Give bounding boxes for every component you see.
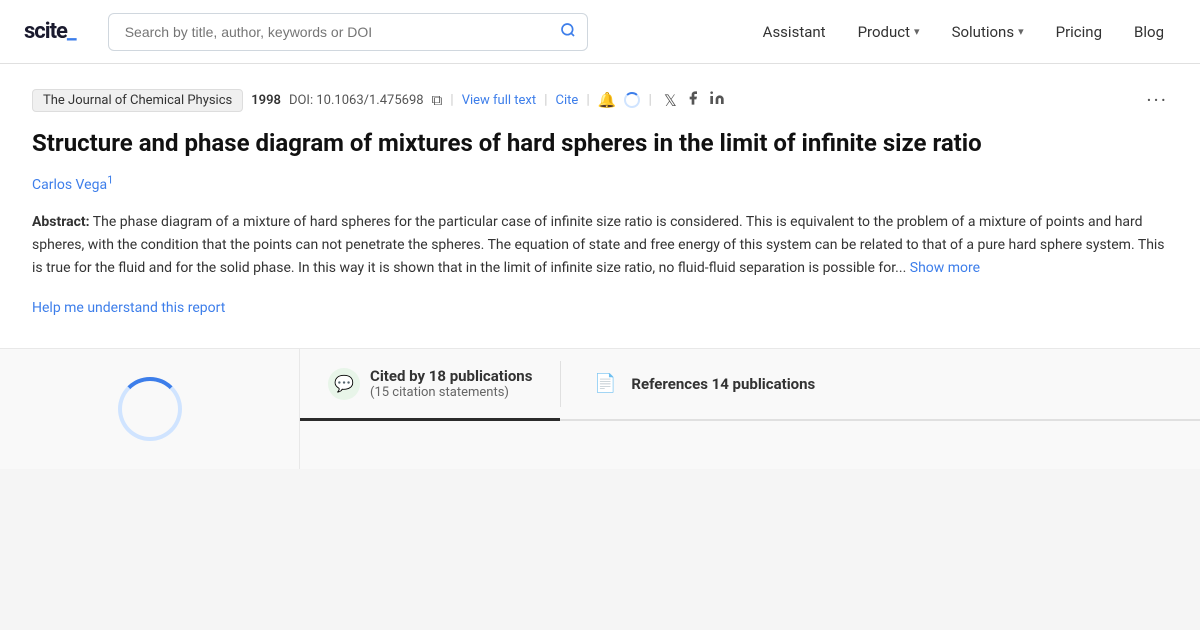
abstract-text: The phase diagram of a mixture of hard s… (32, 214, 1165, 276)
article-abstract: Abstract: The phase diagram of a mixture… (32, 211, 1168, 280)
notification-bell-icon[interactable]: 🔔 (598, 91, 617, 109)
nav-item-pricing[interactable]: Pricing (1044, 15, 1114, 49)
tabs-row: 💬 Cited by 18 publications (15 citation … (300, 349, 1200, 421)
references-label: References 14 publications (631, 375, 815, 393)
linkedin-icon[interactable] (709, 90, 725, 110)
cite-link[interactable]: Cite (556, 93, 579, 108)
twitter-icon[interactable]: 𝕏 (664, 91, 677, 110)
show-more-link[interactable]: Show more (910, 260, 980, 276)
cited-by-sub: (15 citation statements) (370, 385, 532, 400)
site-logo[interactable]: scite_ (24, 19, 76, 44)
article-year: 1998 (251, 93, 281, 108)
article-authors: Carlos Vega1 (32, 173, 1168, 193)
copy-icon[interactable]: ⧉ (432, 91, 443, 109)
tabs-area: 💬 Cited by 18 publications (15 citation … (300, 349, 1200, 469)
article-doi-value: 10.1063/1.475698 (316, 93, 423, 108)
solutions-chevron-icon: ▾ (1018, 25, 1024, 38)
nav-item-product[interactable]: Product ▾ (846, 15, 932, 49)
nav-item-blog[interactable]: Blog (1122, 15, 1176, 49)
nav-item-assistant[interactable]: Assistant (751, 15, 838, 49)
search-icon[interactable] (560, 22, 576, 42)
article-title: Structure and phase diagram of mixtures … (32, 128, 1168, 159)
article-doi-label: DOI: 10.1063/1.475698 (289, 93, 424, 108)
tab-cited-by[interactable]: 💬 Cited by 18 publications (15 citation … (300, 349, 560, 421)
journal-tag: The Journal of Chemical Physics (32, 89, 243, 112)
left-loading-panel (0, 349, 300, 469)
help-understand-link[interactable]: Help me understand this report (32, 300, 225, 316)
facebook-icon[interactable] (685, 90, 701, 110)
nav-item-solutions[interactable]: Solutions ▾ (940, 15, 1036, 49)
article-meta-bar: The Journal of Chemical Physics 1998 DOI… (32, 88, 1168, 112)
view-full-text-link[interactable]: View full text (462, 93, 536, 108)
big-loading-spinner (118, 377, 182, 441)
cited-by-label: Cited by 18 publications (370, 367, 532, 385)
tab-references[interactable]: 📄 References 14 publications (561, 349, 843, 421)
search-box (108, 13, 588, 51)
cited-by-icon: 💬 (328, 368, 360, 400)
social-share-icons: 𝕏 (664, 90, 725, 110)
bottom-section: 💬 Cited by 18 publications (15 citation … (0, 349, 1200, 469)
main-nav: Assistant Product ▾ Solutions ▾ Pricing … (751, 15, 1176, 49)
references-icon: 📄 (589, 368, 621, 400)
loading-spinner (624, 92, 640, 108)
search-input[interactable] (108, 13, 588, 51)
article-section: The Journal of Chemical Physics 1998 DOI… (0, 64, 1200, 349)
more-options-button[interactable]: ··· (1146, 88, 1168, 112)
site-header: scite_ Assistant Product ▾ Solutions ▾ P… (0, 0, 1200, 64)
abstract-label: Abstract: (32, 214, 90, 230)
author-link[interactable]: Carlos Vega1 (32, 177, 113, 193)
product-chevron-icon: ▾ (914, 25, 920, 38)
